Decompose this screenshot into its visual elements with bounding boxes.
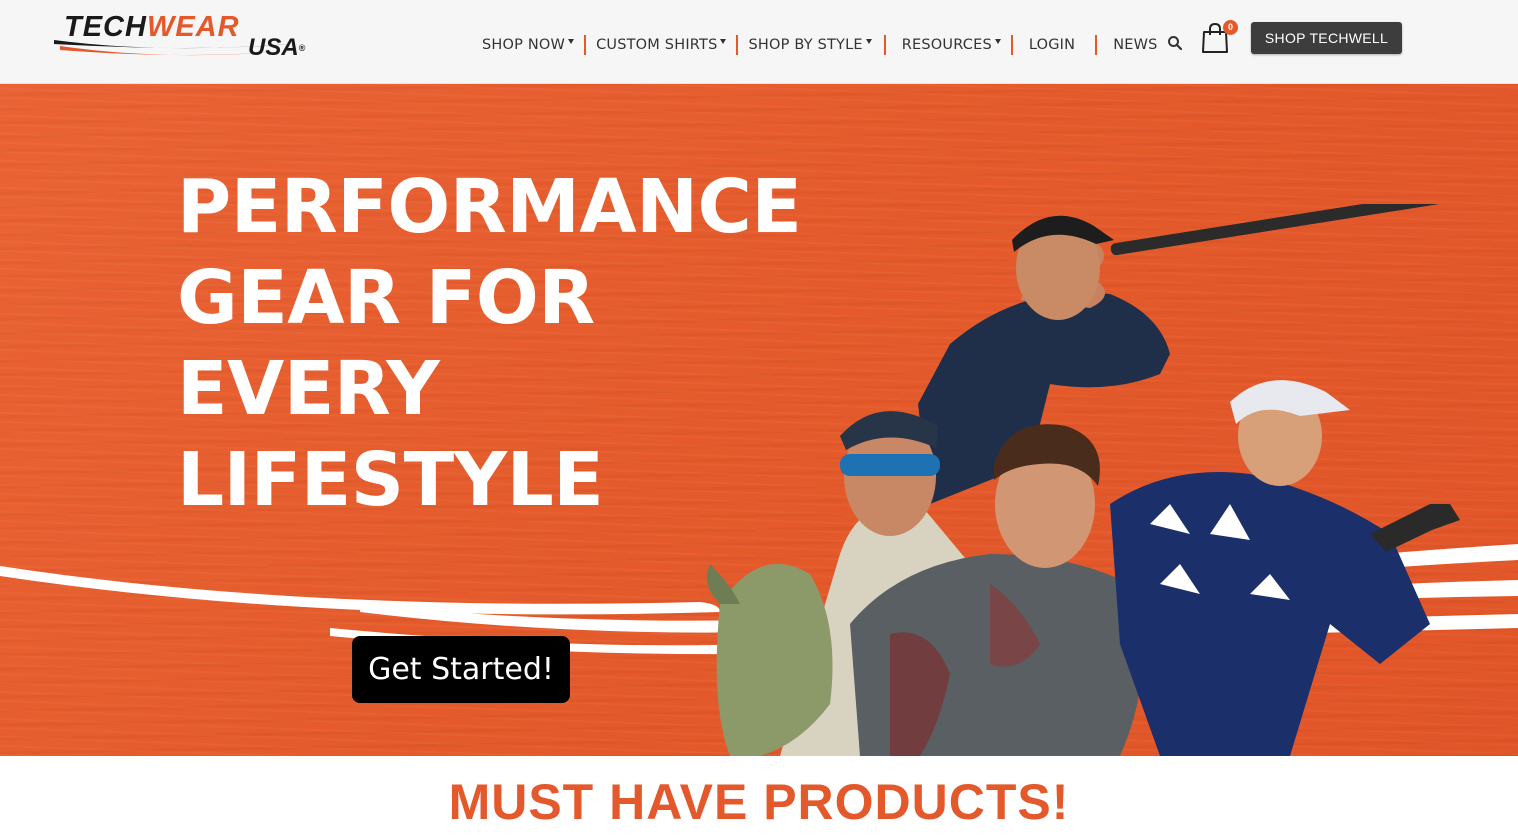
nav-label: LOGIN <box>1028 37 1076 53</box>
chevron-down-icon <box>865 38 872 44</box>
chevron-down-icon <box>994 38 1001 44</box>
cart-count-badge: 0 <box>1223 20 1238 35</box>
nav-label: NEWS <box>1113 37 1158 53</box>
nav-shop-now[interactable]: SHOP NOW <box>482 37 575 53</box>
get-started-button[interactable]: Get Started! <box>352 636 570 703</box>
nav-shop-by-style[interactable]: SHOP BY STYLE <box>748 37 872 53</box>
nav-divider <box>736 35 739 55</box>
must-have-products-heading: MUST HAVE PRODUCTS! <box>448 774 1070 830</box>
nav-login[interactable]: LOGIN <box>1029 37 1075 53</box>
nav-custom-shirts[interactable]: CUSTOM SHIRTS <box>596 37 727 53</box>
chevron-down-icon <box>568 38 575 44</box>
nav-label: RESOURCES <box>901 37 992 53</box>
nav-divider <box>883 35 886 55</box>
logo-wordmark: TECHWEAR <box>64 11 240 43</box>
nav-divider <box>584 35 587 55</box>
chevron-down-icon <box>720 38 727 44</box>
nav-divider <box>1010 35 1013 55</box>
techwear-usa-logo[interactable]: TECHWEAR USA® <box>50 10 350 62</box>
nav-label: SHOP NOW <box>482 37 566 53</box>
nav-resources[interactable]: RESOURCES <box>902 37 1001 53</box>
main-nav: SHOP NOW CUSTOM SHIRTS SHOP BY STYLE RES… <box>482 32 1158 58</box>
site-header: TECHWEAR USA® SHOP NOW CUSTOM SHIRTS SHO… <box>0 0 1518 84</box>
nav-label: SHOP BY STYLE <box>748 37 863 53</box>
logo-usa: USA® <box>248 34 306 61</box>
nav-news[interactable]: NEWS <box>1113 37 1157 53</box>
search-icon[interactable] <box>1167 35 1183 51</box>
nav-label: CUSTOM SHIRTS <box>596 37 718 53</box>
athletes-photo <box>706 204 1487 756</box>
hero-banner: PERFORMANCE GEAR FOR EVERY LIFESTYLE Get… <box>0 84 1518 756</box>
nav-divider <box>1095 35 1098 55</box>
shop-techwell-button[interactable]: SHOP TECHWELL <box>1251 22 1402 54</box>
